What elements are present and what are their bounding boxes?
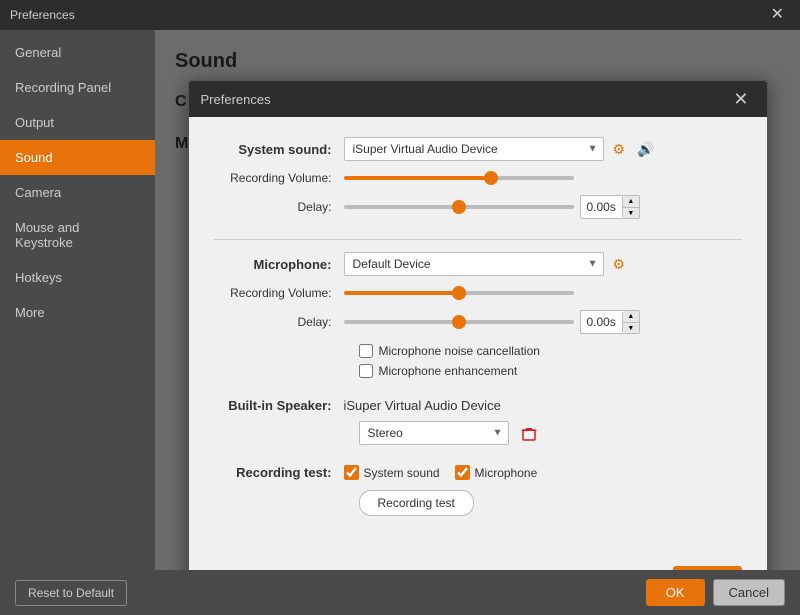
microphone-volume-row: Recording Volume: [214,286,742,300]
app-close-button[interactable]: ✕ [765,5,790,25]
bottom-right-buttons: OK Cancel [646,579,785,606]
delete-speaker-button[interactable] [517,421,541,445]
recording-test-label: Recording test: [214,465,344,480]
recording-test-btn-row: Recording test [359,490,742,516]
microphone-gear-button[interactable]: ⚙ [610,253,629,276]
sidebar-item-mouse-keystroke[interactable]: Mouse and Keystroke [0,210,155,260]
main-window: Preferences ✕ General Recording Panel Ou… [0,0,800,615]
system-sound-gear-button[interactable]: ⚙ [610,138,629,161]
sidebar-item-camera[interactable]: Camera [0,175,155,210]
enhancement-row: Microphone enhancement [359,364,742,378]
modal-overlay: Preferences ✕ System sound: [155,30,800,570]
microphone-delay-value: 0.00s [581,312,623,332]
system-sound-section: System sound: iSuper Virtual Audio Devic… [214,137,742,219]
built-in-speaker-row: Built-in Speaker: iSuper Virtual Audio D… [214,398,742,413]
microphone-delay-slider-container: 0.00s ▲ ▼ [344,310,640,334]
recording-test-section: Recording test: System sound Microphone [214,465,742,516]
sidebar-item-general[interactable]: General [0,35,155,70]
sidebar-item-hotkeys[interactable]: Hotkeys [0,260,155,295]
system-sound-delay-spinners: ▲ ▼ [623,196,639,218]
sidebar-item-recording-panel[interactable]: Recording Panel [0,70,155,105]
recording-test-button[interactable]: Recording test [359,490,474,516]
reset-to-default-button[interactable]: Reset to Default [15,580,127,606]
microphone-volume-slider[interactable] [344,291,574,295]
microphone-volume-slider-container [344,291,574,295]
system-sound-select-inner: iSuper Virtual Audio Device ▼ [344,137,604,161]
modal-body: System sound: iSuper Virtual Audio Devic… [189,117,767,556]
system-sound-speaker-button[interactable]: 🔊 [634,138,657,161]
microphone-test-label: Microphone [475,466,538,480]
modal-footer: OK [189,556,767,570]
sidebar-item-output[interactable]: Output [0,105,155,140]
built-in-speaker-value: iSuper Virtual Audio Device [344,398,501,413]
stereo-select[interactable]: Stereo Mono [359,421,509,445]
microphone-select[interactable]: Default Device [344,252,604,276]
modal-dialog: Preferences ✕ System sound: [188,80,768,570]
system-sound-volume-slider[interactable] [344,176,574,180]
system-sound-volume-label: Recording Volume: [214,171,344,185]
stereo-select-wrapper: Stereo Mono ▼ [359,421,509,445]
microphone-select-inner: Default Device ▼ [344,252,604,276]
stereo-row: Stereo Mono ▼ [359,421,742,445]
modal-ok-button[interactable]: OK [673,566,742,570]
system-sound-volume-row: Recording Volume: [214,171,742,185]
system-sound-delay-slider-container: 0.00s ▲ ▼ [344,195,640,219]
microphone-volume-label: Recording Volume: [214,286,344,300]
microphone-section: Microphone: Default Device ▼ ⚙ [214,252,742,378]
main-content: General Recording Panel Output Sound Cam… [0,30,800,570]
system-sound-delay-label: Delay: [214,200,344,214]
system-sound-delay-value: 0.00s [581,197,623,217]
sidebar-item-sound[interactable]: Sound [0,140,155,175]
noise-cancellation-row: Microphone noise cancellation [359,344,742,358]
modal-close-button[interactable]: ✕ [727,88,754,110]
recording-test-checks: System sound Microphone [344,465,538,480]
microphone-delay-up[interactable]: ▲ [623,311,639,322]
system-sound-delay-slider[interactable] [344,205,574,209]
system-sound-volume-slider-container [344,176,574,180]
microphone-delay-label: Delay: [214,315,344,329]
system-sound-delay-field: 0.00s ▲ ▼ [580,195,640,219]
system-sound-check-item: System sound [344,465,440,480]
system-sound-select[interactable]: iSuper Virtual Audio Device [344,137,604,161]
modal-title: Preferences [201,92,271,107]
microphone-delay-spinners: ▲ ▼ [623,311,639,333]
microphone-row: Microphone: Default Device ▼ ⚙ [214,252,742,276]
microphone-delay-down[interactable]: ▼ [623,322,639,333]
sidebar: General Recording Panel Output Sound Cam… [0,30,155,570]
microphone-delay-field: 0.00s ▲ ▼ [580,310,640,334]
built-in-speaker-section: Built-in Speaker: iSuper Virtual Audio D… [214,398,742,445]
noise-cancellation-checkbox[interactable] [359,344,373,358]
right-panel: Sound C M Preferences ✕ [155,30,800,570]
enhancement-checkbox[interactable] [359,364,373,378]
system-sound-delay-row: Delay: 0.00s ▲ ▼ [214,195,742,219]
sidebar-item-more[interactable]: More [0,295,155,330]
bottom-bar: Reset to Default OK Cancel [0,570,800,615]
recording-test-row: Recording test: System sound Microphone [214,465,742,480]
system-sound-row: System sound: iSuper Virtual Audio Devic… [214,137,742,161]
microphone-delay-row: Delay: 0.00s ▲ ▼ [214,310,742,334]
noise-cancellation-label: Microphone noise cancellation [379,344,540,358]
section-separator [214,239,742,240]
microphone-delay-slider[interactable] [344,320,574,324]
microphone-check-item: Microphone [455,465,538,480]
enhancement-label: Microphone enhancement [379,364,518,378]
microphone-label: Microphone: [214,257,344,272]
system-sound-select-wrapper: iSuper Virtual Audio Device ▼ ⚙ 🔊 [344,137,658,161]
system-sound-test-checkbox[interactable] [344,465,359,480]
microphone-select-wrapper: Default Device ▼ ⚙ [344,252,629,276]
system-sound-delay-up[interactable]: ▲ [623,196,639,207]
main-cancel-button[interactable]: Cancel [713,579,785,606]
main-ok-button[interactable]: OK [646,579,705,606]
microphone-test-checkbox[interactable] [455,465,470,480]
built-in-speaker-label: Built-in Speaker: [214,398,344,413]
app-title: Preferences [10,8,75,22]
title-bar: Preferences ✕ [0,0,800,30]
system-sound-label: System sound: [214,142,344,157]
system-sound-test-label: System sound [364,466,440,480]
modal-titlebar: Preferences ✕ [189,81,767,117]
system-sound-delay-down[interactable]: ▼ [623,207,639,218]
